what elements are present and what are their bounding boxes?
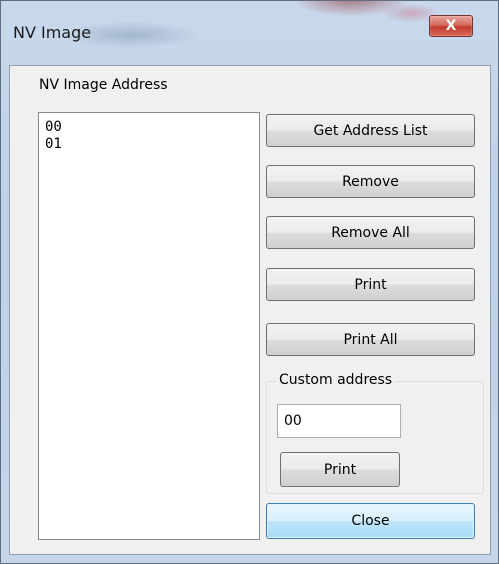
print-all-button[interactable]: Print All — [266, 323, 475, 356]
window-title: NV Image — [13, 23, 92, 42]
custom-address-input[interactable] — [277, 404, 401, 438]
window-close-button[interactable]: X — [429, 15, 473, 37]
list-item[interactable]: 00 — [45, 119, 253, 136]
custom-address-print-button[interactable]: Print — [280, 452, 400, 487]
address-listbox[interactable]: 00 01 — [38, 112, 260, 540]
list-item[interactable]: 01 — [45, 136, 253, 153]
close-icon: X — [445, 18, 457, 34]
get-address-list-button[interactable]: Get Address List — [266, 114, 475, 147]
nv-image-dialog: NV Image X NV Image Address 00 01 Get Ad… — [0, 0, 499, 564]
custom-address-group: Custom address Print — [266, 372, 484, 494]
custom-address-legend: Custom address — [276, 372, 396, 388]
close-button[interactable]: Close — [266, 503, 475, 539]
print-button[interactable]: Print — [266, 268, 475, 301]
address-group-label: NV Image Address — [39, 77, 168, 93]
remove-all-button[interactable]: Remove All — [266, 216, 475, 249]
dialog-client-area: NV Image Address 00 01 Get Address List … — [9, 65, 491, 555]
remove-button[interactable]: Remove — [266, 165, 475, 198]
